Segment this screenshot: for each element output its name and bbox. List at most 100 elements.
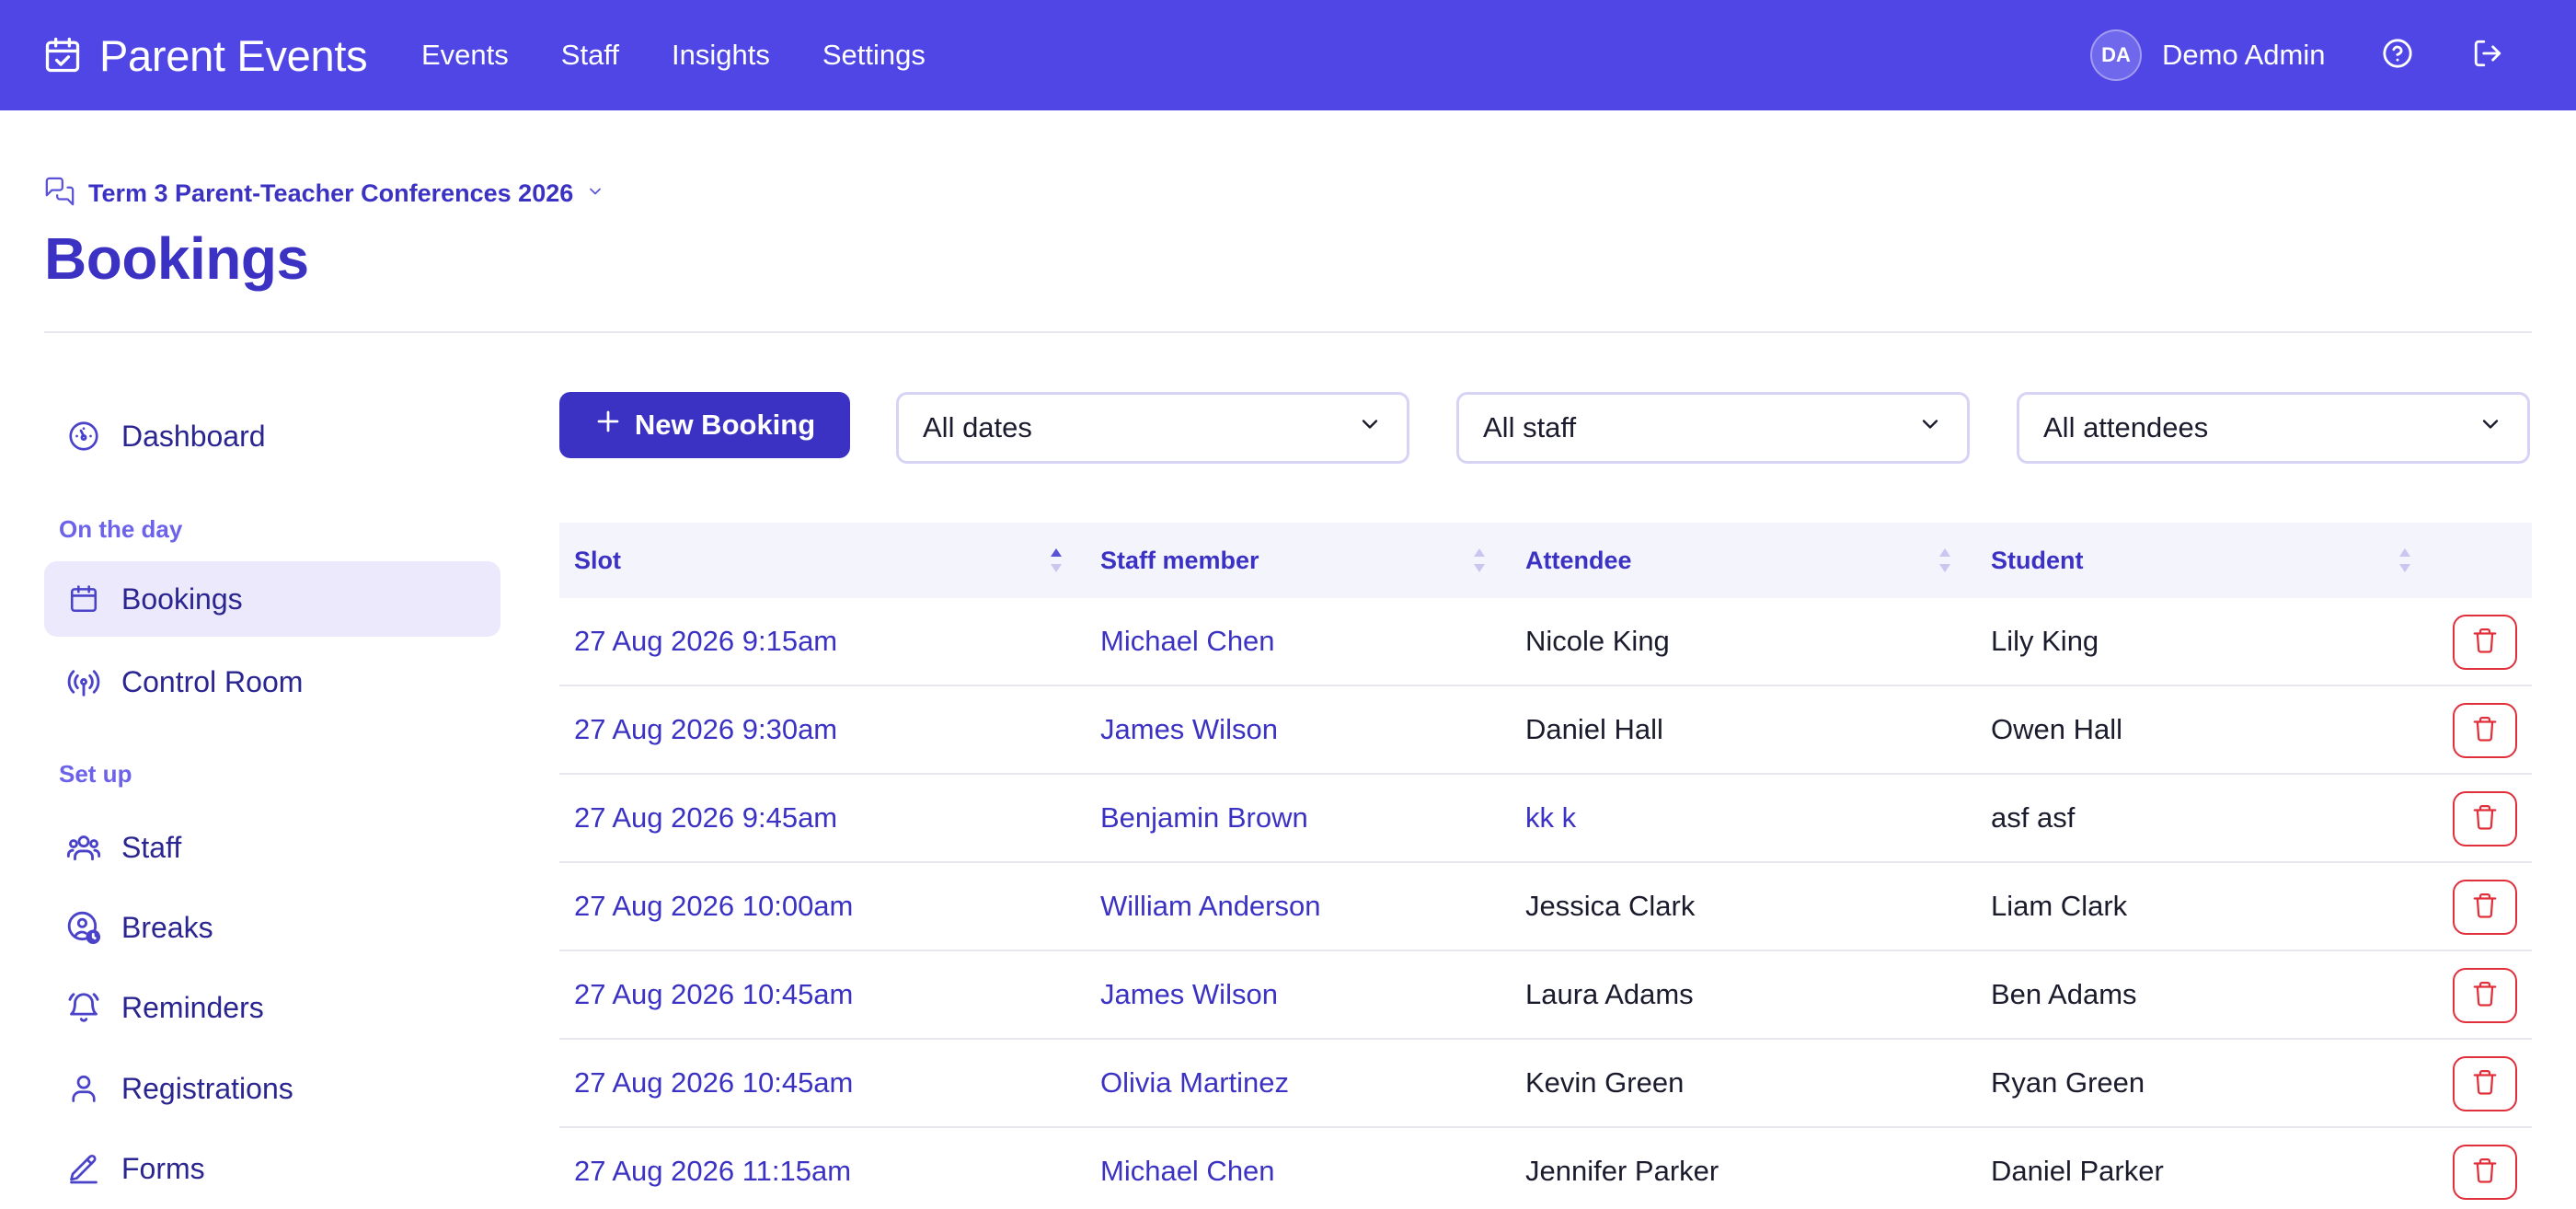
- user-name: Demo Admin: [2162, 39, 2326, 71]
- delete-booking-button[interactable]: [2453, 615, 2517, 670]
- staff-link[interactable]: Benjamin Brown: [1100, 775, 1308, 861]
- delete-booking-button[interactable]: [2453, 880, 2517, 935]
- trash-icon: [2471, 715, 2499, 747]
- pencil-icon: [66, 1151, 101, 1186]
- calendar-check-icon: [42, 35, 83, 75]
- chevron-down-icon: [1917, 411, 1943, 444]
- sidebar-item-reminders[interactable]: Reminders: [44, 970, 500, 1045]
- logout-icon[interactable]: [2467, 33, 2508, 74]
- sidebar-item-breaks[interactable]: Breaks: [44, 890, 500, 965]
- sidebar-item-staff[interactable]: Staff: [44, 810, 500, 885]
- student-name: Liam Clark: [1991, 890, 2128, 922]
- page-title: Bookings: [44, 225, 309, 292]
- sidebar-item-control-room[interactable]: Control Room: [44, 644, 500, 720]
- student-name: Owen Hall: [1991, 713, 2122, 745]
- dates-filter-select[interactable]: All dates: [896, 392, 1409, 464]
- staff-link[interactable]: Michael Chen: [1100, 598, 1275, 685]
- attendee-name: Kevin Green: [1525, 1066, 1685, 1099]
- attendee-name: Nicole King: [1525, 625, 1670, 657]
- event-selector[interactable]: Term 3 Parent-Teacher Conferences 2026: [44, 175, 604, 212]
- user-clock-icon: [66, 910, 101, 945]
- trash-icon: [2471, 627, 2499, 659]
- help-icon[interactable]: [2377, 33, 2418, 74]
- staff-link[interactable]: William Anderson: [1100, 863, 1320, 950]
- staff-link[interactable]: Olivia Martinez: [1100, 1040, 1289, 1126]
- sidebar-item-dashboard[interactable]: Dashboard: [44, 398, 500, 474]
- attendee-link[interactable]: kk k: [1525, 775, 1576, 861]
- delete-booking-button[interactable]: [2453, 703, 2517, 758]
- sidebar-item-label: Registrations: [121, 1071, 293, 1105]
- staff-filter-value: All staff: [1483, 411, 1577, 443]
- bell-ringing-icon: [66, 990, 101, 1025]
- delete-booking-button[interactable]: [2453, 1145, 2517, 1200]
- staff-link[interactable]: Michael Chen: [1100, 1128, 1275, 1209]
- slot-link[interactable]: 27 Aug 2026 9:45am: [574, 775, 837, 861]
- sidebar-item-label: Reminders: [121, 990, 264, 1024]
- trash-icon: [2471, 892, 2499, 924]
- app-name: Parent Events: [99, 30, 368, 80]
- nav-events[interactable]: Events: [421, 39, 509, 72]
- sort-icon[interactable]: [1938, 545, 1952, 576]
- student-name: Ryan Green: [1991, 1066, 2145, 1099]
- staff-link[interactable]: James Wilson: [1100, 951, 1278, 1038]
- column-header-student[interactable]: Student: [1991, 523, 2084, 598]
- nav-settings[interactable]: Settings: [822, 39, 926, 72]
- new-booking-button[interactable]: New Booking: [559, 392, 850, 458]
- user-menu[interactable]: DA Demo Admin: [2090, 29, 2325, 82]
- student-name: asf asf: [1991, 801, 2076, 834]
- slot-link[interactable]: 27 Aug 2026 10:00am: [574, 863, 853, 950]
- avatar: DA: [2090, 29, 2142, 81]
- sort-icon[interactable]: [2398, 545, 2412, 576]
- slot-link[interactable]: 27 Aug 2026 9:15am: [574, 598, 837, 685]
- sidebar-item-forms[interactable]: Forms: [44, 1131, 500, 1206]
- sidebar-heading-setup: Set up: [59, 760, 132, 788]
- antenna-icon: [66, 664, 101, 699]
- chevron-down-icon: [1357, 411, 1383, 444]
- trash-icon: [2471, 803, 2499, 835]
- sidebar-item-registrations[interactable]: Registrations: [44, 1051, 500, 1126]
- plus-icon: [594, 408, 622, 443]
- nav-insights[interactable]: Insights: [672, 39, 770, 72]
- table-row: 27 Aug 2026 10:00am William Anderson Jes…: [559, 863, 2532, 951]
- column-header-slot[interactable]: Slot: [574, 523, 621, 598]
- sidebar-item-label: Dashboard: [121, 419, 266, 453]
- column-header-staff[interactable]: Staff member: [1100, 523, 1259, 598]
- chevron-down-icon: [586, 182, 604, 205]
- delete-booking-button[interactable]: [2453, 791, 2517, 846]
- user-icon: [66, 1071, 101, 1106]
- sort-icon[interactable]: [1472, 545, 1487, 576]
- slot-link[interactable]: 27 Aug 2026 10:45am: [574, 951, 853, 1038]
- chat-bubbles-icon: [44, 176, 75, 212]
- student-name: Daniel Parker: [1991, 1155, 2164, 1187]
- nav-staff[interactable]: Staff: [561, 39, 619, 72]
- column-header-attendee[interactable]: Attendee: [1525, 523, 1632, 598]
- table-row: 27 Aug 2026 9:30am James Wilson Daniel H…: [559, 686, 2532, 775]
- dates-filter-value: All dates: [923, 411, 1032, 443]
- brand[interactable]: Parent Events: [42, 0, 368, 110]
- slot-link[interactable]: 27 Aug 2026 11:15am: [574, 1128, 851, 1209]
- slot-link[interactable]: 27 Aug 2026 9:30am: [574, 686, 837, 773]
- sidebar-item-label: Breaks: [121, 910, 213, 944]
- sidebar-item-bookings[interactable]: Bookings: [44, 561, 500, 637]
- attendee-name: Jennifer Parker: [1525, 1155, 1719, 1187]
- attendees-filter-select[interactable]: All attendees: [2017, 392, 2530, 464]
- delete-booking-button[interactable]: [2453, 1056, 2517, 1111]
- calendar-icon: [66, 581, 101, 616]
- divider: [44, 331, 2532, 333]
- attendee-name: Daniel Hall: [1525, 713, 1663, 745]
- chevron-down-icon: [2478, 411, 2503, 444]
- attendee-name: Laura Adams: [1525, 978, 1694, 1010]
- table-row: 27 Aug 2026 9:15am Michael Chen Nicole K…: [559, 598, 2532, 686]
- staff-link[interactable]: James Wilson: [1100, 686, 1278, 773]
- trash-icon: [2471, 980, 2499, 1012]
- trash-icon: [2471, 1068, 2499, 1100]
- attendees-filter-value: All attendees: [2043, 411, 2209, 443]
- staff-filter-select[interactable]: All staff: [1456, 392, 1970, 464]
- table-row: 27 Aug 2026 11:15am Michael Chen Jennife…: [559, 1128, 2532, 1209]
- users-icon: [66, 830, 101, 865]
- event-name: Term 3 Parent-Teacher Conferences 2026: [88, 178, 574, 207]
- top-bar: Parent Events Events Staff Insights Sett…: [0, 0, 2576, 110]
- delete-booking-button[interactable]: [2453, 968, 2517, 1023]
- sort-ascending-icon[interactable]: [1049, 545, 1064, 576]
- slot-link[interactable]: 27 Aug 2026 10:45am: [574, 1040, 853, 1126]
